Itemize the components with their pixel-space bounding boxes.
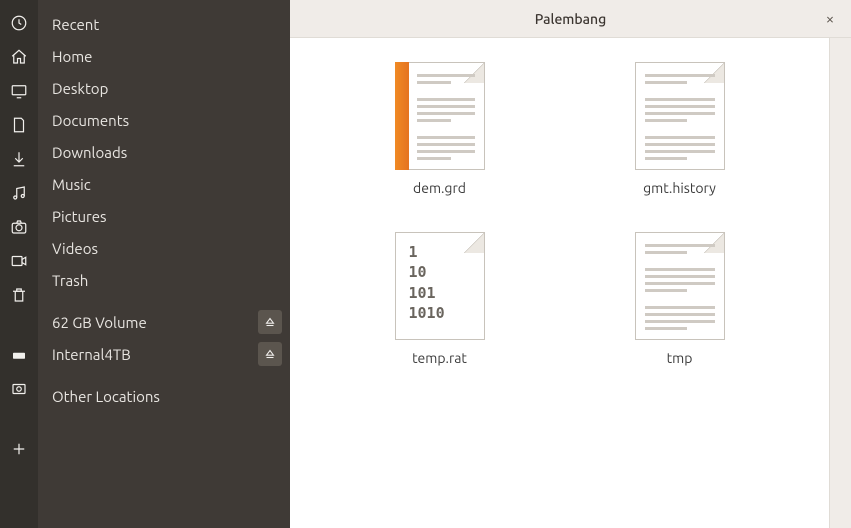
sidebar-item-label: Recent: [52, 16, 276, 33]
close-button[interactable]: ×: [819, 8, 841, 30]
file-item[interactable]: tmp: [560, 228, 800, 398]
drive-icon: [10, 346, 28, 364]
camera-icon: [10, 218, 28, 236]
download-icon: [10, 150, 28, 168]
sidebar-item-label: 62 GB Volume: [52, 314, 276, 331]
sidebar-item-volume[interactable]: 62 GB Volume: [38, 306, 290, 338]
sidebar-item-label: Desktop: [52, 80, 276, 97]
file-name: gmt.history: [643, 180, 716, 196]
sidebar-separator: [38, 296, 290, 306]
clock-icon: [10, 14, 28, 32]
document-icon: [10, 116, 28, 134]
file-item[interactable]: gmt.history: [560, 58, 800, 228]
sidebar-item-label: Downloads: [52, 144, 276, 161]
file-manager-window: Recent Home Desktop Documents Downloads …: [0, 0, 851, 528]
sidebar-item-documents[interactable]: Documents: [38, 104, 290, 136]
sidebar-item-label: Home: [52, 48, 276, 65]
file-item[interactable]: dem.grd: [320, 58, 560, 228]
right-strip: [829, 38, 851, 528]
sidebar-item-trash[interactable]: Trash: [38, 264, 290, 296]
disk-icon: [10, 380, 28, 398]
trash-icon: [10, 286, 28, 304]
eject-button[interactable]: [258, 342, 282, 366]
sidebar-separator: [38, 370, 290, 380]
file-thumbnail-binary: 1 10 101 1010: [395, 232, 485, 340]
eject-button[interactable]: [258, 310, 282, 334]
sidebar-item-recent[interactable]: Recent: [38, 8, 290, 40]
home-icon: [10, 48, 28, 66]
close-icon: ×: [826, 10, 834, 27]
file-thumbnail-document: [635, 62, 725, 170]
desktop-icon: [10, 82, 28, 100]
main-pane: Palembang × dem.grd: [290, 0, 851, 528]
sidebar-item-pictures[interactable]: Pictures: [38, 200, 290, 232]
file-thumbnail-document: [635, 232, 725, 340]
sidebar-item-desktop[interactable]: Desktop: [38, 72, 290, 104]
file-grid: dem.grd gmt.history 1 10 101 1010 temp.r…: [290, 38, 829, 528]
window-title: Palembang: [290, 11, 851, 27]
eject-icon: [263, 347, 277, 361]
sidebar-iconcol: [0, 0, 38, 528]
video-icon: [10, 252, 28, 270]
sidebar: Recent Home Desktop Documents Downloads …: [38, 0, 290, 528]
titlebar: Palembang ×: [290, 0, 851, 38]
file-name: dem.grd: [413, 180, 466, 196]
sidebar-item-music[interactable]: Music: [38, 168, 290, 200]
sidebar-item-downloads[interactable]: Downloads: [38, 136, 290, 168]
sidebar-item-volume[interactable]: Internal4TB: [38, 338, 290, 370]
sidebar-item-label: Pictures: [52, 208, 276, 225]
sidebar-item-label: Other Locations: [52, 388, 276, 405]
plus-icon: [10, 440, 28, 458]
sidebar-item-home[interactable]: Home: [38, 40, 290, 72]
file-name: temp.rat: [412, 350, 467, 366]
binary-preview-text: 1 10 101 1010: [409, 242, 445, 323]
sidebar-item-label: Music: [52, 176, 276, 193]
sidebar-item-other-locations[interactable]: Other Locations: [38, 380, 290, 412]
sidebar-item-label: Documents: [52, 112, 276, 129]
file-thumbnail-document-orange: [395, 62, 485, 170]
sidebar-item-label: Trash: [52, 272, 276, 289]
sidebar-item-label: Internal4TB: [52, 346, 276, 363]
sidebar-item-label: Videos: [52, 240, 276, 257]
music-icon: [10, 184, 28, 202]
eject-icon: [263, 315, 277, 329]
content-row: dem.grd gmt.history 1 10 101 1010 temp.r…: [290, 38, 851, 528]
file-name: tmp: [667, 350, 693, 366]
file-item[interactable]: 1 10 101 1010 temp.rat: [320, 228, 560, 398]
sidebar-item-videos[interactable]: Videos: [38, 232, 290, 264]
